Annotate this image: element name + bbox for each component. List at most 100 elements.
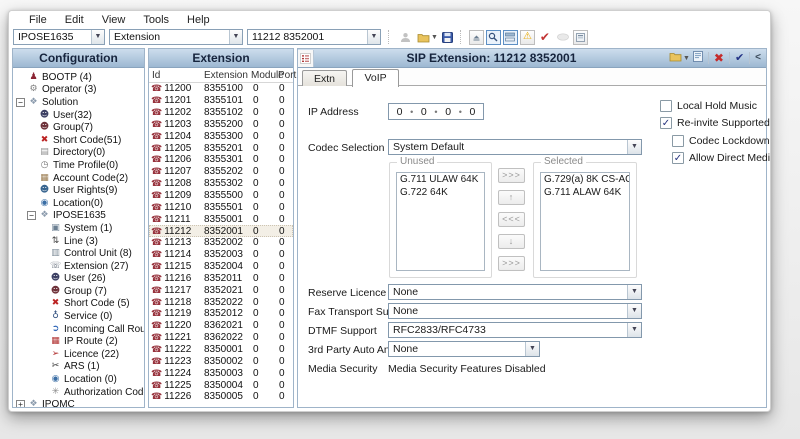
open-record-icon[interactable]	[669, 49, 682, 67]
ip-octet[interactable]: 0	[469, 106, 475, 118]
tree-item-location-0[interactable]: ◉Location(0)	[13, 197, 144, 210]
tree-item-authorization-code-0[interactable]: ✳Authorization Code (0)	[13, 386, 144, 399]
checkbox-re-invite-supported[interactable]: ✓Re-invite Supported	[660, 117, 770, 129]
tree-collapse-icon[interactable]: −	[27, 211, 36, 220]
tree-item-system-1[interactable]: ▣System (1)	[13, 222, 144, 235]
dtmf-support-dropdown[interactable]: RFC2833/RFC4733 ▼	[388, 322, 642, 338]
codec-item[interactable]: G.722 64K	[397, 187, 484, 200]
tree-item-operator-3[interactable]: ⚙Operator (3)	[13, 84, 144, 97]
extension-row-11206[interactable]: ☎11206835530100	[149, 154, 293, 166]
move-all-right-button[interactable]: >>>	[498, 256, 525, 271]
export-record-icon[interactable]	[693, 49, 703, 67]
column-header-port[interactable]: Port	[275, 70, 293, 81]
chevron-down-icon[interactable]: ▼	[91, 30, 104, 44]
extension-row-11213[interactable]: ☎11213835200200	[149, 237, 293, 249]
extension-row-11216[interactable]: ☎11216835201100	[149, 273, 293, 285]
show-details-icon[interactable]	[486, 30, 501, 45]
tree-item-control-unit-8[interactable]: ▥Control Unit (8)	[13, 247, 144, 260]
extension-row-11201[interactable]: ☎11201835510100	[149, 95, 293, 107]
open-config-icon[interactable]	[415, 30, 431, 45]
chevron-down-icon[interactable]: ▼	[525, 342, 539, 356]
unchecked-checkbox-icon[interactable]	[672, 135, 684, 147]
chevron-down-icon[interactable]: ▼	[627, 140, 641, 154]
selected-codec-list[interactable]: G.729(a) 8K CS-ACELPG.711 ALAW 64K	[540, 172, 630, 271]
unused-codec-list[interactable]: G.711 ULAW 64KG.722 64K	[396, 172, 485, 271]
cancel-edit-icon[interactable]: ✖	[714, 52, 724, 64]
extension-row-11210[interactable]: ☎11210835550100	[149, 201, 293, 213]
move-down-button[interactable]: ↓	[498, 234, 525, 249]
menu-item-view[interactable]: View	[94, 14, 134, 28]
save-config-icon[interactable]	[440, 30, 456, 45]
move-left-button[interactable]: <<<	[498, 212, 525, 227]
error-pane-icon[interactable]: ⚠	[520, 30, 535, 45]
chevron-down-icon[interactable]: ▼	[627, 304, 641, 318]
extension-row-11211[interactable]: ☎11211835500100	[149, 213, 293, 225]
ip-octet[interactable]: 0	[421, 106, 427, 118]
extension-row-11219[interactable]: ☎11219835201200	[149, 308, 293, 320]
codec-item[interactable]: G.711 ULAW 64K	[397, 174, 484, 187]
extension-row-11203[interactable]: ☎11203835520000	[149, 119, 293, 131]
extension-row-11212[interactable]: ☎11212835200100	[149, 225, 293, 237]
extension-row-11200[interactable]: ☎11200835510000	[149, 83, 293, 95]
tree-item-location-0[interactable]: ◉Location (0)	[13, 373, 144, 386]
menu-item-edit[interactable]: Edit	[57, 14, 92, 28]
record-type-combo[interactable]: Extension ▼	[109, 29, 243, 45]
chevron-down-icon[interactable]: ▼	[627, 323, 641, 337]
record-combo[interactable]: 11212 8352001 ▼	[247, 29, 381, 45]
tree-item-bootp-4[interactable]: ♟BOOTP (4)	[13, 71, 144, 84]
extension-row-11209[interactable]: ☎11209835550000	[149, 190, 293, 202]
chevron-down-icon[interactable]: ▼	[229, 30, 242, 44]
ip-octet[interactable]: 0	[397, 106, 403, 118]
extension-row-11218[interactable]: ☎11218835202200	[149, 296, 293, 308]
extension-row-11223[interactable]: ☎11223835000200	[149, 355, 293, 367]
tree-collapse-icon[interactable]: −	[16, 98, 25, 107]
extension-row-11225[interactable]: ☎11225835000400	[149, 379, 293, 391]
open-config-dropdown-icon[interactable]: ▼	[431, 34, 438, 41]
unchecked-checkbox-icon[interactable]	[660, 100, 672, 112]
tree-item-group-7[interactable]: ☻Group(7)	[13, 121, 144, 134]
ip-octet[interactable]: 0	[445, 106, 451, 118]
tree-item-licence-22[interactable]: ➢Licence (22)	[13, 348, 144, 361]
tree-item-ars-1[interactable]: ✂ARS (1)	[13, 361, 144, 374]
tree-item-user-26[interactable]: ☻User (26)	[13, 273, 144, 286]
tab-voip[interactable]: VoIP	[352, 69, 398, 87]
tree-item-incoming-call-route-15[interactable]: ➲Incoming Call Route (15)	[13, 323, 144, 336]
chevron-down-icon[interactable]: ▼	[367, 30, 380, 44]
codec-item[interactable]: G.729(a) 8K CS-ACELP	[541, 174, 629, 187]
tree-item-account-code-2[interactable]: ▦Account Code(2)	[13, 172, 144, 185]
system-combo[interactable]: IPOSE1635 ▼	[13, 29, 105, 45]
tree-item-ipomc[interactable]: +❖IPOMC	[13, 398, 144, 407]
ok-save-icon[interactable]: ✔	[735, 53, 744, 64]
ip-address-field[interactable]: 0• 0• 0• 0	[388, 103, 484, 120]
tree-item-extension-27[interactable]: ☏Extension (27)	[13, 260, 144, 273]
extension-row-11214[interactable]: ☎11214835200300	[149, 249, 293, 261]
group-pane-icon[interactable]	[503, 30, 518, 45]
checkbox-codec-lockdown[interactable]: Codec Lockdown	[672, 135, 770, 147]
column-header-id[interactable]: Id	[149, 70, 201, 81]
previous-record-icon[interactable]: <	[755, 53, 761, 63]
tree-item-ip-route-2[interactable]: ▦IP Route (2)	[13, 335, 144, 348]
reserve-licence-dropdown[interactable]: None ▼	[388, 284, 642, 300]
extension-row-11207[interactable]: ☎11207835520200	[149, 166, 293, 178]
validate-icon[interactable]: ✔	[537, 30, 553, 45]
extension-row-11215[interactable]: ☎11215835200400	[149, 261, 293, 273]
checkbox-local-hold-music[interactable]: Local Hold Music	[660, 100, 757, 112]
extension-row-11226[interactable]: ☎11226835000500	[149, 391, 293, 403]
extension-row-11221[interactable]: ☎11221836202200	[149, 332, 293, 344]
move-up-button[interactable]: ↑	[498, 190, 525, 205]
collapse-panel-icon[interactable]	[469, 30, 484, 45]
tree-item-short-code-5[interactable]: ✖Short Code (5)	[13, 298, 144, 311]
details-view-icon[interactable]	[298, 50, 314, 67]
tree-item-service-0[interactable]: ♁Service (0)	[13, 310, 144, 323]
tree-item-group-7[interactable]: ☻Group (7)	[13, 285, 144, 298]
auto-answer-dropdown[interactable]: None ▼	[388, 341, 540, 357]
checked-checkbox-icon[interactable]: ✓	[672, 152, 684, 164]
extension-row-11202[interactable]: ☎11202835510200	[149, 107, 293, 119]
codec-item[interactable]: G.711 ALAW 64K	[541, 187, 629, 200]
tab-extn[interactable]: Extn	[302, 70, 347, 87]
tree-item-line-3[interactable]: ⇅Line (3)	[13, 235, 144, 248]
tree-expand-icon[interactable]: +	[16, 400, 25, 407]
extension-row-11220[interactable]: ☎11220836202100	[149, 320, 293, 332]
tree-item-time-profile-0[interactable]: ◷Time Profile(0)	[13, 159, 144, 172]
checked-checkbox-icon[interactable]: ✓	[660, 117, 672, 129]
